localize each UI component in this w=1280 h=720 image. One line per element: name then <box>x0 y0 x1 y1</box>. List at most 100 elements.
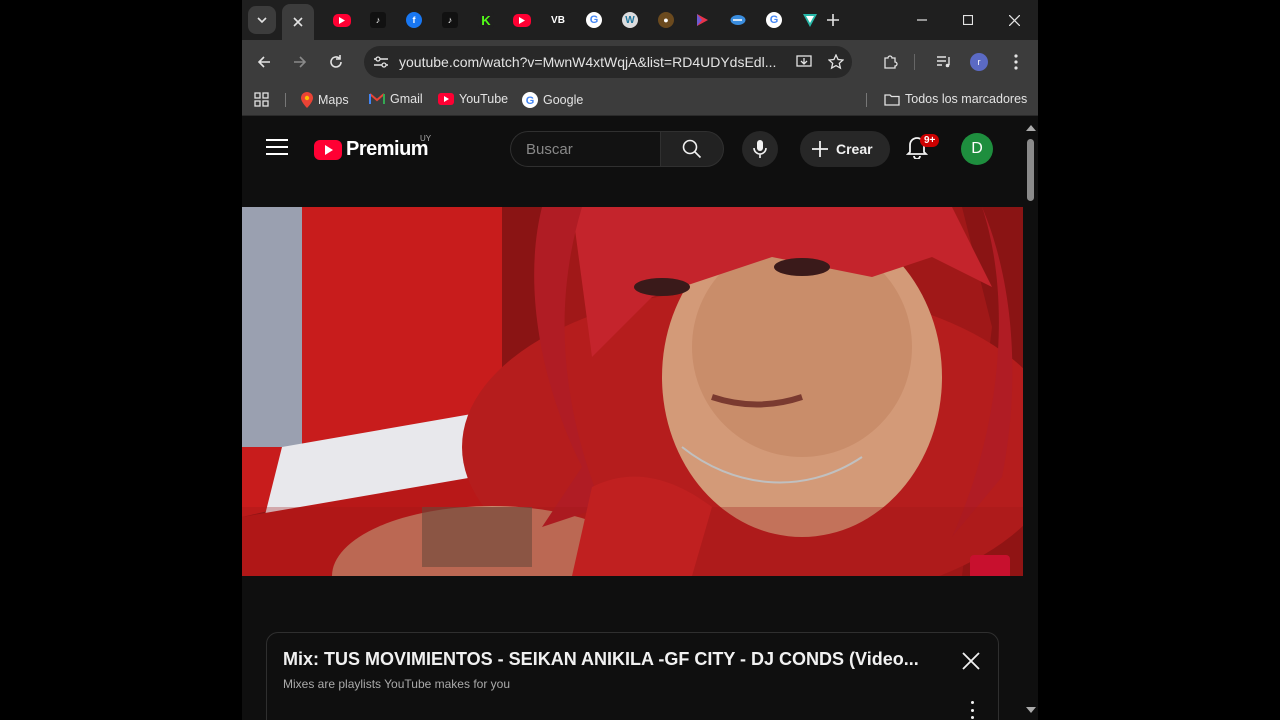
queue-music-icon <box>937 56 950 68</box>
scroll-up-arrow-icon[interactable] <box>1026 125 1036 131</box>
minimize-icon <box>917 19 927 21</box>
all-bookmarks-label: Todos los marcadores <box>905 92 1028 106</box>
wordpress-icon: W <box>622 12 638 28</box>
planet-records-watermark: planet records <box>970 555 1010 576</box>
mail-icon <box>730 12 746 28</box>
new-tab-button[interactable] <box>822 9 844 31</box>
search-button[interactable] <box>660 131 724 167</box>
search-placeholder: Buscar <box>526 141 573 158</box>
minimize-button[interactable] <box>899 6 945 34</box>
tab-wordpress[interactable]: W <box>612 9 648 31</box>
play-arrow-icon <box>694 12 710 28</box>
bookmark-google[interactable]: G Google <box>522 92 583 108</box>
url-text[interactable]: youtube.com/watch?v=MwnW4xtWqjA&list=RD4… <box>399 54 776 70</box>
chevron-down-icon <box>257 17 267 24</box>
account-avatar[interactable]: D <box>961 133 993 165</box>
media-control-button[interactable] <box>932 50 956 74</box>
close-icon <box>1008 14 1020 26</box>
back-button[interactable] <box>252 50 276 74</box>
mic-icon <box>753 140 767 158</box>
arrow-right-icon <box>294 56 307 68</box>
tab-monkey[interactable]: ● <box>648 9 684 31</box>
tiktok-icon: ♪ <box>442 12 458 28</box>
maximize-button[interactable] <box>945 6 991 34</box>
tab-tiktok[interactable]: ♪ <box>360 9 396 31</box>
address-bar[interactable]: youtube.com/watch?v=MwnW4xtWqjA&list=RD4… <box>364 46 852 78</box>
tab-list: ♪ f ♪ K VB G W ● G <box>324 9 828 31</box>
bookmark-star-icon[interactable] <box>827 53 845 71</box>
browser-menu-button[interactable] <box>1004 50 1028 74</box>
svg-text:G: G <box>526 95 535 107</box>
more-vert-icon <box>970 701 974 719</box>
tab-google-2[interactable]: G <box>756 9 792 31</box>
bookmark-youtube[interactable]: YouTube <box>438 92 508 106</box>
tab-youtube[interactable] <box>324 9 360 31</box>
country-code: UY <box>420 134 432 143</box>
bookmark-label: Maps <box>318 93 349 107</box>
close-playlist-button[interactable] <box>961 651 983 673</box>
bookmark-label: YouTube <box>459 92 509 106</box>
playlist-panel: Mix: TUS MOVIMIENTOS - SEIKAN ANIKILA -G… <box>266 632 999 720</box>
scrollbar-thumb[interactable] <box>1027 139 1034 201</box>
facebook-icon: f <box>406 12 422 28</box>
apps-grid-icon <box>254 92 269 107</box>
tab-tiktok-2[interactable]: ♪ <box>432 9 468 31</box>
voice-search-button[interactable] <box>742 131 778 167</box>
scroll-down-arrow-icon[interactable] <box>1026 707 1036 713</box>
plus-icon <box>827 14 839 26</box>
create-button[interactable]: Crear <box>800 131 890 167</box>
tab-search-button[interactable] <box>248 6 276 34</box>
youtube-icon <box>438 93 454 105</box>
video-player[interactable]: planet records <box>242 207 1023 576</box>
plus-icon <box>812 141 828 157</box>
active-tab-close-button[interactable] <box>282 4 314 40</box>
playlist-more-button[interactable] <box>969 701 975 719</box>
forward-button[interactable] <box>288 50 312 74</box>
apps-button[interactable] <box>254 92 269 107</box>
bookmark-label: Gmail <box>390 92 423 106</box>
all-bookmarks-button[interactable]: Todos los marcadores <box>884 92 1027 106</box>
youtube-icon <box>513 13 531 27</box>
extensions-button[interactable] <box>878 50 902 74</box>
profile-avatar[interactable]: r <box>970 53 988 71</box>
maps-pin-icon <box>301 92 313 108</box>
arrow-left-icon <box>257 56 270 68</box>
tiktok-icon: ♪ <box>370 12 386 28</box>
tab-youtube-2[interactable] <box>504 9 540 31</box>
tab-mail[interactable] <box>720 9 756 31</box>
hamburger-icon <box>266 139 288 155</box>
install-app-icon[interactable] <box>795 53 813 71</box>
google-icon: G <box>522 92 538 108</box>
youtube-premium-logo[interactable]: Premium UY <box>314 134 431 161</box>
create-label: Crear <box>836 141 873 157</box>
tab-facebook[interactable]: f <box>396 9 432 31</box>
playlist-title[interactable]: Mix: TUS MOVIMIENTOS - SEIKAN ANIKILA -G… <box>283 649 943 670</box>
close-icon <box>293 17 303 27</box>
maximize-icon <box>963 15 973 25</box>
google-icon: G <box>586 12 602 28</box>
page-scrollbar[interactable] <box>1023 117 1038 720</box>
youtube-logo-icon <box>314 139 342 160</box>
youtube-page: Premium UY Buscar Crear 9+ D Mix: TUS MO… <box>242 117 1023 720</box>
menu-button[interactable] <box>266 139 288 157</box>
tab-vb[interactable]: VB <box>540 9 576 31</box>
toolbar-divider <box>914 54 915 70</box>
close-window-button[interactable] <box>991 6 1037 34</box>
tab-kick[interactable]: K <box>468 9 504 31</box>
search-icon <box>682 139 702 159</box>
vb-icon: VB <box>550 12 566 28</box>
browser-window: ♪ f ♪ K VB G W ● G youtube.com/watch?v=M… <box>242 0 1038 720</box>
bookmark-label: Google <box>543 93 584 107</box>
google-icon: G <box>766 12 782 28</box>
reload-icon <box>330 55 342 68</box>
tab-google[interactable]: G <box>576 9 612 31</box>
reload-button[interactable] <box>324 50 348 74</box>
bookmark-maps[interactable]: Maps <box>301 92 349 108</box>
tab-play[interactable] <box>684 9 720 31</box>
kick-icon: K <box>478 12 494 28</box>
bookmark-gmail[interactable]: Gmail <box>369 92 423 106</box>
gmail-icon <box>369 93 385 104</box>
search-input[interactable]: Buscar <box>510 131 660 167</box>
site-info-icon[interactable] <box>372 53 390 71</box>
tab-strip: ♪ f ♪ K VB G W ● G <box>242 0 1038 40</box>
